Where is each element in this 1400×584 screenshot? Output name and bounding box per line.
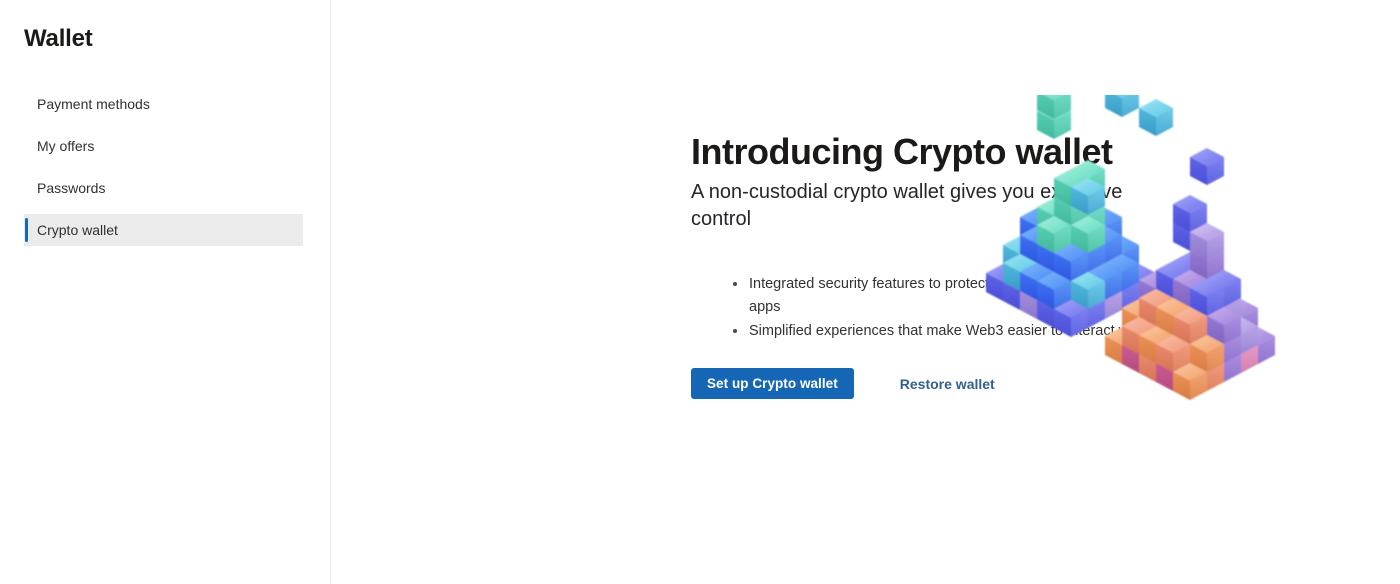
hero-subtitle: A non-custodial crypto wallet gives you … bbox=[691, 180, 1123, 231]
feature-bullet-list: Integrated security features to protect … bbox=[733, 273, 1209, 343]
hero-title: Introducing Crypto wallet bbox=[691, 131, 1113, 172]
page-title: Wallet bbox=[24, 25, 93, 52]
sidebar-item-payment-methods[interactable]: Payment methods bbox=[24, 88, 303, 120]
restore-wallet-link[interactable]: Restore wallet bbox=[900, 376, 995, 392]
sidebar-item-passwords[interactable]: Passwords bbox=[24, 172, 303, 204]
wallet-settings-page: Wallet Payment methods My offers Passwor… bbox=[0, 0, 1400, 584]
list-item: Integrated security features to protect … bbox=[733, 273, 1209, 320]
list-item: Simplified experiences that make Web3 ea… bbox=[733, 320, 1209, 343]
action-row: Set up Crypto wallet Restore wallet bbox=[691, 368, 995, 399]
selection-accent-bar bbox=[25, 92, 28, 116]
selection-accent-bar bbox=[25, 176, 28, 200]
sidebar-item-label: Payment methods bbox=[37, 96, 150, 112]
hero-text-block: Introducing Crypto wallet A non-custodia… bbox=[691, 131, 1211, 234]
sidebar-item-my-offers[interactable]: My offers bbox=[24, 130, 303, 162]
sidebar-item-label: My offers bbox=[37, 138, 95, 154]
sidebar-nav: Payment methods My offers Passwords Cryp… bbox=[24, 88, 303, 256]
sidebar-item-crypto-wallet[interactable]: Crypto wallet bbox=[24, 214, 303, 246]
main-content: Introducing Crypto wallet A non-custodia… bbox=[331, 0, 1400, 584]
sidebar-item-label: Passwords bbox=[37, 180, 106, 196]
set-up-crypto-wallet-button[interactable]: Set up Crypto wallet bbox=[691, 368, 854, 399]
sidebar-item-label: Crypto wallet bbox=[37, 222, 118, 238]
selection-accent-bar bbox=[25, 134, 28, 158]
selection-accent-bar bbox=[25, 218, 28, 242]
sidebar: Wallet Payment methods My offers Passwor… bbox=[0, 0, 331, 584]
